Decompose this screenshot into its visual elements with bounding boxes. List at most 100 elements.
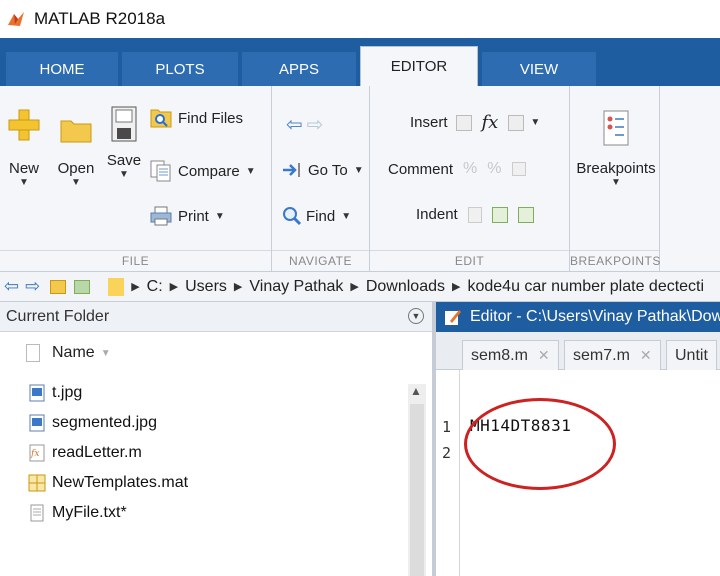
editor-title: Editor - C:\Users\Vinay Pathak\Downl: [470, 308, 720, 325]
wrap-comment-icon: [511, 162, 526, 176]
new-button[interactable]: New ▼: [6, 108, 42, 188]
tab-sem8[interactable]: sem8.m ✕: [462, 340, 559, 370]
path-folder-icon: [108, 277, 125, 296]
current-folder-panel: Name ▼ t.jpg segmented.jpg fx readLetter…: [0, 332, 432, 576]
tab-plots[interactable]: PLOTS: [122, 52, 238, 86]
name-column-header[interactable]: Name ▼: [26, 344, 111, 362]
tab-home[interactable]: HOME: [6, 52, 118, 86]
magnifier-icon: [283, 207, 302, 226]
forward-arrow-icon[interactable]: ⇨: [307, 112, 324, 137]
new-icon: [8, 109, 40, 141]
breadcrumb-users[interactable]: Users: [185, 278, 227, 296]
browse-folder-icon[interactable]: [74, 279, 91, 294]
compare-button[interactable]: Compare ▼: [150, 160, 256, 182]
uncomment-icon: %: [487, 160, 502, 177]
tab-apps[interactable]: APPS: [242, 52, 356, 86]
edit-section-label: EDIT: [454, 254, 485, 268]
mat-file-icon: [28, 474, 46, 492]
ribbon: New ▼ Open ▼ Save ▼ Find Files Compare ▼…: [0, 86, 720, 272]
editor-tabs: sem8.m ✕ sem7.m ✕ Untit: [436, 332, 720, 370]
fx-icon[interactable]: fx: [482, 112, 499, 133]
save-button[interactable]: Save ▼: [106, 106, 142, 180]
breadcrumb-downloads[interactable]: Downloads: [366, 278, 445, 296]
editor-header: Editor - C:\Users\Vinay Pathak\Downl: [436, 302, 720, 332]
line-number-gutter: [436, 370, 460, 576]
find-files-label: Find Files: [178, 109, 244, 127]
back-arrow-icon[interactable]: ⇦: [4, 276, 19, 297]
tab-untitled[interactable]: Untit: [666, 340, 717, 370]
find-label: Find: [306, 207, 336, 225]
scrollbar-thumb[interactable]: [410, 404, 424, 576]
back-forward-buttons[interactable]: ⇦ ⇨: [286, 112, 324, 137]
image-file-icon: [29, 414, 45, 432]
forward-arrow-icon[interactable]: ⇨: [25, 276, 40, 297]
panel-actions-icon[interactable]: ▼: [408, 308, 424, 324]
insert-button[interactable]: Insert fx ▼: [410, 112, 540, 133]
file-row[interactable]: MyFile.txt*: [28, 504, 127, 522]
tab-label: sem8.m: [471, 346, 528, 364]
scroll-up-icon[interactable]: ▲: [410, 384, 422, 398]
go-to-button[interactable]: Go To ▼: [282, 160, 364, 180]
compare-dropdown-caret: ▼: [245, 165, 256, 177]
matlab-logo-icon: [8, 12, 24, 26]
insert-function-icon: [508, 114, 525, 131]
address-bar: ⇦ ⇨ ▶ C: ▶ Users ▶ Vinay Pathak ▶ Downlo…: [0, 272, 720, 302]
toolstrip-tabs: HOME PLOTS APPS EDITOR VIEW: [0, 38, 720, 86]
breadcrumb-project[interactable]: kode4u car number plate dectecti: [467, 278, 704, 296]
file-row[interactable]: segmented.jpg: [28, 414, 157, 432]
insert-dropdown-caret: ▼: [530, 117, 541, 128]
insert-label: Insert: [410, 114, 448, 131]
open-folder-icon: [60, 120, 92, 143]
comment-label: Comment: [388, 160, 454, 178]
insert-section-icon: [455, 114, 472, 131]
find-files-button[interactable]: Find Files: [150, 108, 243, 128]
up-folder-icon[interactable]: [50, 279, 67, 294]
print-button[interactable]: Print ▼: [150, 206, 225, 226]
print-dropdown-caret: ▼: [214, 210, 225, 222]
new-dropdown-caret: ▼: [19, 177, 29, 188]
breakpoints-button[interactable]: Breakpoints ▼: [576, 110, 656, 188]
open-dropdown-caret: ▼: [71, 177, 81, 188]
indent-button[interactable]: Indent: [416, 206, 534, 223]
line-number: 1: [442, 418, 452, 436]
go-to-dropdown-caret: ▼: [353, 164, 364, 176]
current-folder-header: Current Folder ▼: [0, 302, 432, 332]
file-name: NewTemplates.mat: [52, 474, 189, 491]
new-label: New: [8, 160, 39, 177]
file-row[interactable]: NewTemplates.mat: [28, 474, 188, 492]
tab-view[interactable]: VIEW: [482, 52, 596, 86]
file-row[interactable]: fx readLetter.m: [28, 444, 142, 462]
tab-editor[interactable]: EDITOR: [360, 46, 478, 86]
text-file-icon: [30, 504, 44, 522]
increase-indent-icon: [491, 206, 508, 223]
comment-percent-icon: %: [463, 160, 478, 177]
file-name: MyFile.txt*: [52, 504, 127, 521]
name-column-label: Name: [52, 344, 95, 361]
compare-icon: [150, 160, 171, 182]
file-section: New ▼ Open ▼ Save ▼ Find Files Compare ▼…: [0, 86, 272, 272]
smart-indent-icon: [467, 206, 482, 223]
image-file-icon: [29, 384, 45, 402]
tab-sem7[interactable]: sem7.m ✕: [564, 340, 661, 370]
breakpoints-icon: [603, 110, 629, 146]
title-bar: MATLAB R2018a: [0, 0, 720, 38]
find-button[interactable]: Find ▼: [282, 206, 351, 226]
navigate-section: ⇦ ⇨ Go To ▼ Find ▼ NAVIGATE: [272, 86, 370, 272]
back-arrow-icon[interactable]: ⇦: [286, 112, 303, 137]
file-row[interactable]: t.jpg: [28, 384, 82, 402]
printer-icon: [150, 206, 172, 226]
current-folder-title: Current Folder: [6, 307, 110, 325]
close-icon[interactable]: ✕: [640, 347, 652, 364]
function-file-icon: fx: [29, 444, 45, 462]
breadcrumb-drive[interactable]: C:: [147, 278, 163, 296]
name-column-file-icon: [26, 344, 40, 362]
navigate-section-label: NAVIGATE: [289, 254, 352, 268]
indent-label: Indent: [416, 206, 458, 223]
close-icon[interactable]: ✕: [538, 347, 550, 364]
edit-section: Insert fx ▼ Comment % % Indent EDIT: [370, 86, 570, 272]
go-to-icon: [283, 163, 300, 177]
open-button[interactable]: Open ▼: [56, 116, 96, 188]
comment-button[interactable]: Comment % %: [388, 160, 526, 178]
breakpoints-dropdown-caret: ▼: [611, 177, 621, 188]
breadcrumb-user[interactable]: Vinay Pathak: [249, 278, 343, 296]
